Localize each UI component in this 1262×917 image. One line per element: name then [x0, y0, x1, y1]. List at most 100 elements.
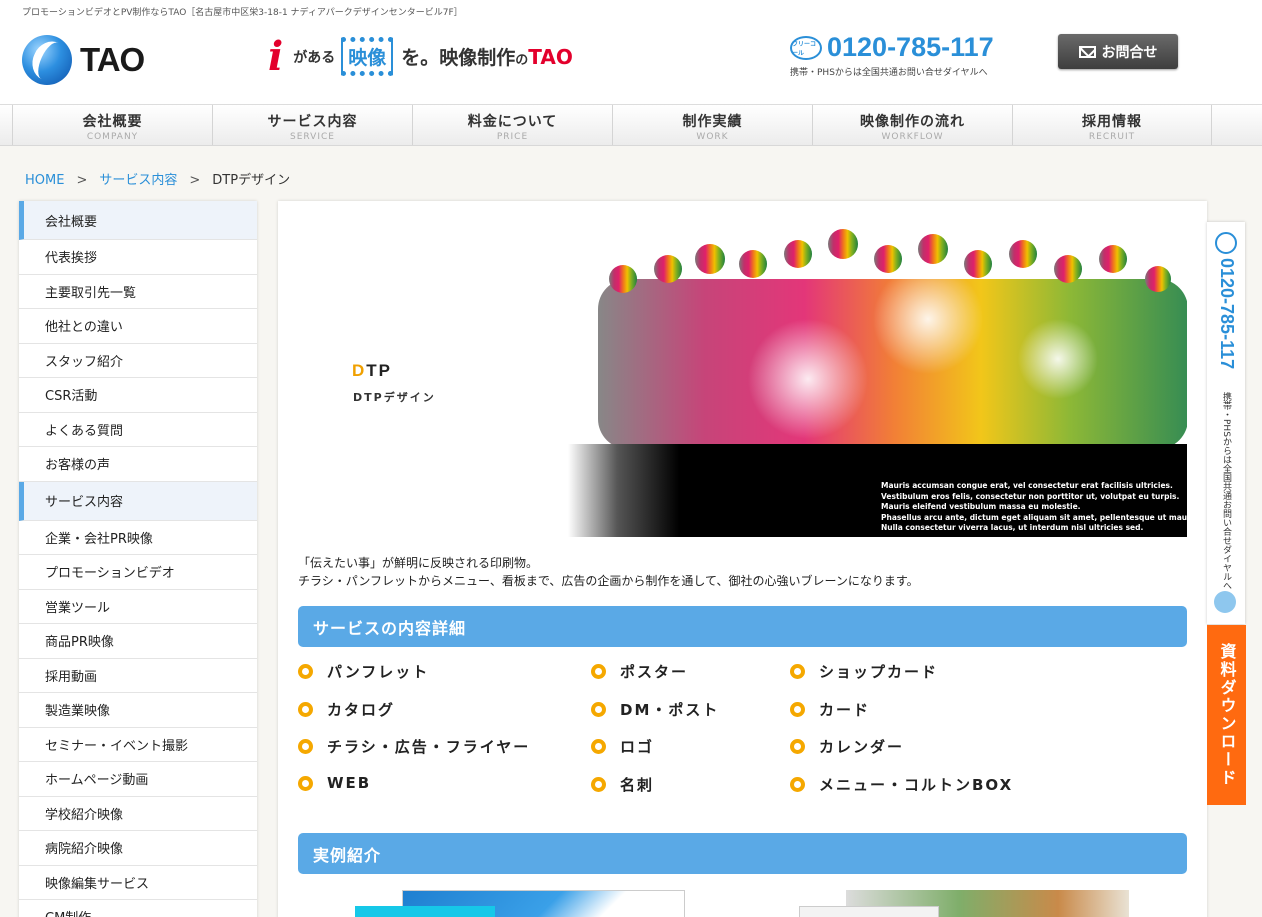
- nav-label: 採用情報: [1082, 114, 1142, 130]
- nav-label: 料金について: [467, 114, 558, 130]
- contact-label: お問合せ: [1101, 44, 1158, 61]
- example-thumbnail-front[interactable]: [355, 906, 495, 917]
- bullet-icon: [298, 702, 313, 717]
- hero-text-line: Phasellus arcu ante, dictum eget aliquam…: [881, 512, 1187, 522]
- sidebar-item[interactable]: 映像編集サービス: [19, 866, 257, 900]
- hero-text-line: Mauris accumsan congue erat, vel consect…: [881, 481, 1173, 490]
- hero-subtitle: DTPデザイン: [353, 391, 436, 404]
- free-call-icon: フリーコール: [790, 35, 822, 60]
- breadcrumb-current: DTPデザイン: [212, 173, 291, 188]
- mail-icon[interactable]: [1214, 591, 1236, 613]
- service-item: カード: [790, 699, 870, 720]
- sidebar-item[interactable]: 製造業映像: [19, 693, 257, 728]
- sidebar-item[interactable]: 病院紹介映像: [19, 831, 257, 866]
- bullet-icon: [790, 777, 805, 792]
- breadcrumb: HOME > サービス内容 > DTPデザイン: [25, 169, 290, 188]
- header-phone[interactable]: フリーコール 0120-785-117 携帯・PHSからは全国共通お問い合せダイ…: [790, 32, 994, 78]
- breadcrumb-home[interactable]: HOME: [25, 173, 64, 188]
- example-thumbnail-front[interactable]: [799, 906, 939, 917]
- catch-copy: i がある 映像 を。映像制作の TAO: [268, 33, 573, 80]
- global-nav: 会社概要 COMPANY サービス内容 SERVICE 料金について PRICE…: [0, 104, 1262, 146]
- nav-label: サービス内容: [267, 114, 358, 130]
- site-header: プロモーションビデオとPV制作ならTAO［名古屋市中区栄3-18-1 ナディアパ…: [0, 0, 1262, 104]
- sidebar-item[interactable]: スタッフ紹介: [19, 344, 257, 378]
- service-item: WEB: [298, 774, 371, 792]
- sidebar-item[interactable]: よくある質問: [19, 413, 257, 447]
- lead-text: 「伝えたい事」が鮮明に反映される印刷物。 チラシ・パンフレットからメニュー、看板…: [298, 554, 919, 590]
- sidebar-item[interactable]: 代表挨拶: [19, 240, 257, 275]
- phone-sub: 携帯・PHSからは全国共通お問い合せダイヤルへ: [790, 68, 988, 78]
- sidebar-item[interactable]: 営業ツール: [19, 590, 257, 624]
- sidebar-item[interactable]: CSR活動: [19, 378, 257, 413]
- phone-number: 0120-785-117: [827, 32, 994, 62]
- service-label: DM・ポスト: [620, 701, 720, 719]
- breadcrumb-sep: >: [189, 173, 201, 188]
- hero-banner: DTP DTPデザイン Mauris accumsan congue erat,…: [298, 219, 1187, 537]
- nav-item-price[interactable]: 料金について PRICE: [412, 105, 612, 145]
- breadcrumb-service[interactable]: サービス内容: [99, 173, 177, 188]
- logo-text: TAO: [80, 41, 145, 78]
- service-label: カレンダー: [819, 738, 905, 756]
- download-button[interactable]: 資料ダウンロード: [1207, 625, 1246, 805]
- floating-phone-tab[interactable]: 0120-785-117 携帯・PHSからは全国共通お問い合せダイヤルへ: [1207, 222, 1245, 624]
- bullet-icon: [790, 739, 805, 754]
- nav-item-recruit[interactable]: 採用情報 RECRUIT: [1012, 105, 1212, 145]
- sidebar-item[interactable]: 学校紹介映像: [19, 797, 257, 831]
- service-label: カタログ: [327, 701, 396, 719]
- mail-icon: [1078, 45, 1096, 58]
- sidebar-item[interactable]: CM制作: [19, 900, 257, 917]
- sidebar-item[interactable]: プロモーションビデオ: [19, 555, 257, 590]
- hero-title-rest: TP: [366, 361, 393, 380]
- nav-label: 制作実績: [682, 114, 743, 130]
- bullet-icon: [790, 664, 805, 679]
- service-item: DM・ポスト: [591, 699, 719, 720]
- service-item: パンフレット: [298, 661, 429, 682]
- sidebar-item[interactable]: 他社との違い: [19, 309, 257, 344]
- sidebar-item[interactable]: 企業・会社PR映像: [19, 521, 257, 555]
- bullet-icon: [298, 739, 313, 754]
- contact-button[interactable]: お問合せ: [1058, 34, 1178, 69]
- service-item: チラシ・広告・フライヤー: [298, 736, 530, 757]
- bullet-icon: [298, 775, 313, 791]
- service-item: 名刺: [591, 774, 654, 795]
- nav-sublabel: WORKFLOW: [881, 132, 944, 142]
- nav-item-company[interactable]: 会社概要 COMPANY: [12, 105, 212, 145]
- sidebar-item[interactable]: 主要取引先一覧: [19, 275, 257, 309]
- nav-sublabel: PRICE: [496, 132, 529, 142]
- sidebar-item[interactable]: お客様の声: [19, 447, 257, 482]
- top-note: プロモーションビデオとPV制作ならTAO［名古屋市中区栄3-18-1 ナディアパ…: [22, 8, 463, 18]
- service-item: メニュー・コルトンBOX: [790, 774, 1013, 795]
- nav-item-service[interactable]: サービス内容 SERVICE: [212, 105, 412, 145]
- bullet-icon: [591, 664, 606, 679]
- section-title-details: サービスの内容詳細: [298, 606, 1187, 647]
- nav-sublabel: SERVICE: [290, 132, 335, 142]
- sidebar-head-service[interactable]: サービス内容: [19, 481, 257, 521]
- nav-item-work[interactable]: 制作実績 WORK: [612, 105, 812, 145]
- service-item: カタログ: [298, 699, 395, 720]
- bullet-icon: [591, 739, 606, 754]
- section-title-examples: 実例紹介: [298, 833, 1187, 874]
- nav-label: 映像制作の流れ: [860, 114, 965, 130]
- catch-c: を。映像制作の: [401, 43, 528, 70]
- nav-item-workflow[interactable]: 映像制作の流れ WORKFLOW: [812, 105, 1012, 145]
- hero-title: DTP: [352, 361, 392, 381]
- catch-d: TAO: [528, 44, 573, 69]
- main-content: DTP DTPデザイン Mauris accumsan congue erat,…: [278, 201, 1207, 917]
- sidebar-item[interactable]: 商品PR映像: [19, 624, 257, 659]
- service-label: WEB: [327, 774, 372, 792]
- service-label: カード: [819, 701, 871, 719]
- service-item: ポスター: [591, 661, 688, 682]
- bullet-icon: [298, 664, 313, 679]
- floating-phone-sub: 携帯・PHSからは全国共通お問い合せダイヤルへ: [1221, 392, 1231, 590]
- sidebar-item[interactable]: ホームページ動画: [19, 762, 257, 797]
- sidebar-item[interactable]: セミナー・イベント撮影: [19, 728, 257, 762]
- nav-label: 会社概要: [82, 114, 143, 130]
- service-item: ロゴ: [591, 736, 654, 757]
- sidebar-item[interactable]: 採用動画: [19, 659, 257, 693]
- service-label: チラシ・広告・フライヤー: [327, 738, 531, 756]
- nav-sublabel: RECRUIT: [1088, 132, 1136, 142]
- sidebar-head-company[interactable]: 会社概要: [19, 201, 257, 240]
- site-logo[interactable]: TAO: [22, 35, 145, 85]
- bullet-icon: [790, 702, 805, 717]
- service-label: ポスター: [620, 663, 689, 681]
